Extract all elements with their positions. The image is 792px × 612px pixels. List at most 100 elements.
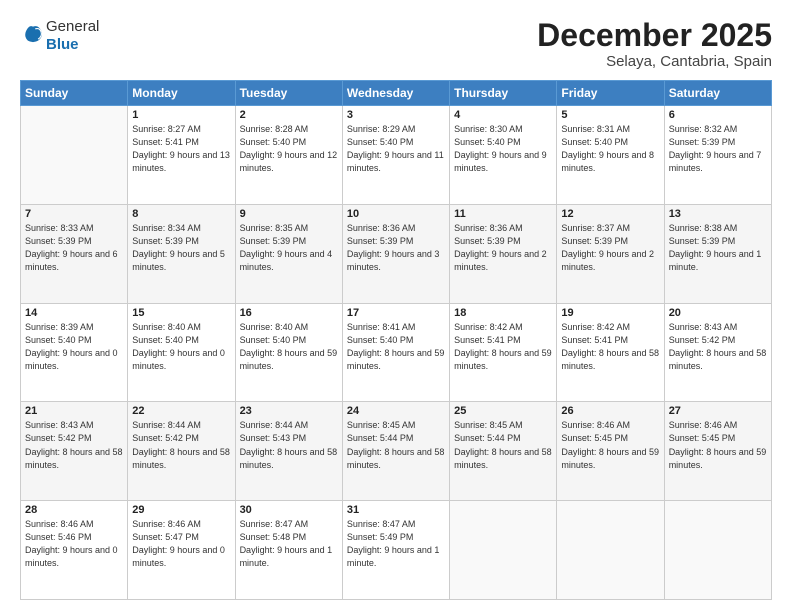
calendar-cell (664, 501, 771, 600)
calendar-cell: 7 Sunrise: 8:33 AMSunset: 5:39 PMDaylight… (21, 204, 128, 303)
day-info: Sunrise: 8:28 AMSunset: 5:40 PMDaylight:… (240, 123, 338, 175)
day-number: 9 (240, 208, 338, 220)
day-info: Sunrise: 8:27 AMSunset: 5:41 PMDaylight:… (132, 123, 230, 175)
calendar-cell: 22Sunrise: 8:44 AMSunset: 5:42 PMDayligh… (128, 402, 235, 501)
day-info: Sunrise: 8:47 AMSunset: 5:48 PMDaylight:… (240, 518, 338, 570)
calendar-cell: 24Sunrise: 8:45 AMSunset: 5:44 PMDayligh… (342, 402, 449, 501)
day-number: 30 (240, 504, 338, 516)
day-info: Sunrise: 8:31 AMSunset: 5:40 PMDaylight:… (561, 123, 659, 175)
day-info: Sunrise: 8:42 AMSunset: 5:41 PMDaylight:… (561, 321, 659, 373)
calendar-cell: 18Sunrise: 8:42 AMSunset: 5:41 PMDayligh… (450, 303, 557, 402)
calendar-cell: 29Sunrise: 8:46 AMSunset: 5:47 PMDayligh… (128, 501, 235, 600)
day-info: Sunrise: 8:46 AMSunset: 5:47 PMDaylight:… (132, 518, 230, 570)
calendar-table: SundayMondayTuesdayWednesdayThursdayFrid… (20, 80, 772, 600)
calendar-cell: 28Sunrise: 8:46 AMSunset: 5:46 PMDayligh… (21, 501, 128, 600)
calendar-cell: 15 Sunrise: 8:40 AMSunset: 5:40 PMDayligh… (128, 303, 235, 402)
calendar-header-thursday: Thursday (450, 81, 557, 106)
day-info: Sunrise: 8:39 AMSunset: 5:40 PMDaylight:… (25, 321, 123, 373)
calendar-header-friday: Friday (557, 81, 664, 106)
calendar-cell: 31 Sunrise: 8:47 AMSunset: 5:49 PMDayligh… (342, 501, 449, 600)
calendar-header-saturday: Saturday (664, 81, 771, 106)
location-title: Selaya, Cantabria, Spain (537, 53, 772, 70)
calendar-cell: 30 Sunrise: 8:47 AMSunset: 5:48 PMDayligh… (235, 501, 342, 600)
calendar-cell: 3 Sunrise: 8:29 AMSunset: 5:40 PMDaylight… (342, 106, 449, 205)
day-number: 25 (454, 405, 552, 417)
calendar-cell: 23Sunrise: 8:44 AMSunset: 5:43 PMDayligh… (235, 402, 342, 501)
calendar-week-row: 14 Sunrise: 8:39 AMSunset: 5:40 PMDayligh… (21, 303, 772, 402)
day-number: 3 (347, 109, 445, 121)
calendar-header-sunday: Sunday (21, 81, 128, 106)
calendar-cell (21, 106, 128, 205)
calendar-cell: 21 Sunrise: 8:43 AMSunset: 5:42 PMDayligh… (21, 402, 128, 501)
day-number: 5 (561, 109, 659, 121)
calendar-cell: 16 Sunrise: 8:40 AMSunset: 5:40 PMDayligh… (235, 303, 342, 402)
day-info: Sunrise: 8:38 AMSunset: 5:39 PMDaylight:… (669, 222, 767, 274)
day-info: Sunrise: 8:36 AMSunset: 5:39 PMDaylight:… (347, 222, 445, 274)
calendar-cell: 1 Sunrise: 8:27 AMSunset: 5:41 PMDaylight… (128, 106, 235, 205)
calendar-cell: 27 Sunrise: 8:46 AMSunset: 5:45 PMDayligh… (664, 402, 771, 501)
day-number: 19 (561, 307, 659, 319)
day-number: 20 (669, 307, 767, 319)
calendar-week-row: 7 Sunrise: 8:33 AMSunset: 5:39 PMDaylight… (21, 204, 772, 303)
logo-text: General Blue (46, 18, 99, 54)
day-info: Sunrise: 8:40 AMSunset: 5:40 PMDaylight:… (132, 321, 230, 373)
calendar-cell: 20 Sunrise: 8:43 AMSunset: 5:42 PMDayligh… (664, 303, 771, 402)
day-number: 21 (25, 405, 123, 417)
day-info: Sunrise: 8:35 AMSunset: 5:39 PMDaylight:… (240, 222, 338, 274)
logo-general: General (46, 18, 99, 36)
day-info: Sunrise: 8:36 AMSunset: 5:39 PMDaylight:… (454, 222, 552, 274)
day-number: 1 (132, 109, 230, 121)
day-info: Sunrise: 8:45 AMSunset: 5:44 PMDaylight:… (454, 419, 552, 471)
day-info: Sunrise: 8:43 AMSunset: 5:42 PMDaylight:… (669, 321, 767, 373)
calendar-header-wednesday: Wednesday (342, 81, 449, 106)
day-info: Sunrise: 8:37 AMSunset: 5:39 PMDaylight:… (561, 222, 659, 274)
calendar-cell: 25 Sunrise: 8:45 AMSunset: 5:44 PMDayligh… (450, 402, 557, 501)
calendar-week-row: 1 Sunrise: 8:27 AMSunset: 5:41 PMDaylight… (21, 106, 772, 205)
day-number: 13 (669, 208, 767, 220)
calendar-cell: 14 Sunrise: 8:39 AMSunset: 5:40 PMDayligh… (21, 303, 128, 402)
day-info: Sunrise: 8:29 AMSunset: 5:40 PMDaylight:… (347, 123, 445, 175)
day-info: Sunrise: 8:30 AMSunset: 5:40 PMDaylight:… (454, 123, 552, 175)
day-info: Sunrise: 8:45 AMSunset: 5:44 PMDaylight:… (347, 419, 445, 471)
calendar-cell: 9 Sunrise: 8:35 AMSunset: 5:39 PMDaylight… (235, 204, 342, 303)
logo-blue: Blue (46, 36, 99, 54)
calendar-week-row: 28Sunrise: 8:46 AMSunset: 5:46 PMDayligh… (21, 501, 772, 600)
month-title: December 2025 (537, 18, 772, 53)
day-number: 31 (347, 504, 445, 516)
day-info: Sunrise: 8:33 AMSunset: 5:39 PMDaylight:… (25, 222, 123, 274)
day-info: Sunrise: 8:47 AMSunset: 5:49 PMDaylight:… (347, 518, 445, 570)
calendar-cell: 8Sunrise: 8:34 AMSunset: 5:39 PMDaylight… (128, 204, 235, 303)
calendar-cell: 12 Sunrise: 8:37 AMSunset: 5:39 PMDayligh… (557, 204, 664, 303)
day-number: 15 (132, 307, 230, 319)
day-number: 6 (669, 109, 767, 121)
calendar-cell: 5 Sunrise: 8:31 AMSunset: 5:40 PMDaylight… (557, 106, 664, 205)
day-number: 12 (561, 208, 659, 220)
day-number: 16 (240, 307, 338, 319)
calendar-cell: 6 Sunrise: 8:32 AMSunset: 5:39 PMDaylight… (664, 106, 771, 205)
calendar-cell: 26Sunrise: 8:46 AMSunset: 5:45 PMDayligh… (557, 402, 664, 501)
logo-icon (22, 23, 44, 45)
calendar-cell: 17Sunrise: 8:41 AMSunset: 5:40 PMDayligh… (342, 303, 449, 402)
day-info: Sunrise: 8:40 AMSunset: 5:40 PMDaylight:… (240, 321, 338, 373)
day-info: Sunrise: 8:43 AMSunset: 5:42 PMDaylight:… (25, 419, 123, 471)
day-info: Sunrise: 8:46 AMSunset: 5:45 PMDaylight:… (561, 419, 659, 471)
day-info: Sunrise: 8:46 AMSunset: 5:46 PMDaylight:… (25, 518, 123, 570)
day-number: 18 (454, 307, 552, 319)
day-number: 10 (347, 208, 445, 220)
calendar-cell (450, 501, 557, 600)
day-info: Sunrise: 8:44 AMSunset: 5:42 PMDaylight:… (132, 419, 230, 471)
calendar-cell: 19 Sunrise: 8:42 AMSunset: 5:41 PMDayligh… (557, 303, 664, 402)
day-info: Sunrise: 8:32 AMSunset: 5:39 PMDaylight:… (669, 123, 767, 175)
calendar-week-row: 21 Sunrise: 8:43 AMSunset: 5:42 PMDayligh… (21, 402, 772, 501)
day-number: 14 (25, 307, 123, 319)
calendar-cell: 4Sunrise: 8:30 AMSunset: 5:40 PMDaylight… (450, 106, 557, 205)
day-number: 17 (347, 307, 445, 319)
day-info: Sunrise: 8:34 AMSunset: 5:39 PMDaylight:… (132, 222, 230, 274)
calendar-header-row: SundayMondayTuesdayWednesdayThursdayFrid… (21, 81, 772, 106)
day-info: Sunrise: 8:46 AMSunset: 5:45 PMDaylight:… (669, 419, 767, 471)
day-number: 27 (669, 405, 767, 417)
title-block: December 2025 Selaya, Cantabria, Spain (537, 18, 772, 70)
day-info: Sunrise: 8:44 AMSunset: 5:43 PMDaylight:… (240, 419, 338, 471)
calendar-cell: 13 Sunrise: 8:38 AMSunset: 5:39 PMDayligh… (664, 204, 771, 303)
day-number: 7 (25, 208, 123, 220)
